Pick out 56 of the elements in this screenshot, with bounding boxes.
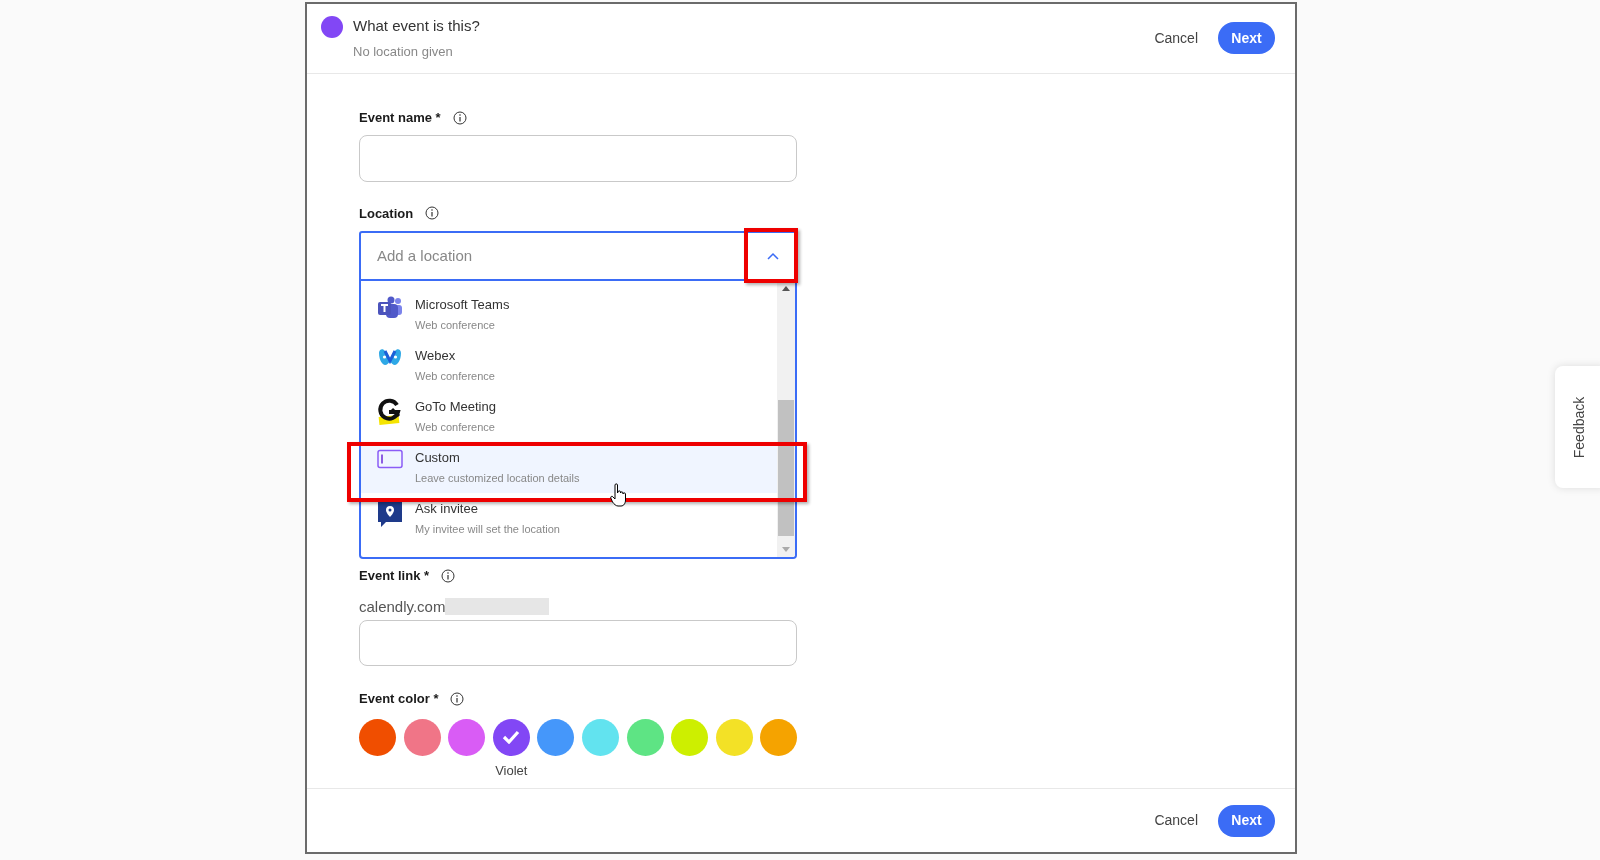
- chevron-up-icon: [767, 252, 779, 260]
- location-option[interactable]: Webex Web conference: [361, 340, 777, 391]
- info-icon: [441, 568, 456, 583]
- color-swatch[interactable]: [626, 718, 664, 756]
- color-swatch[interactable]: [671, 718, 709, 756]
- option-title: Custom: [415, 449, 461, 467]
- feedback-tab[interactable]: Feedback: [1555, 366, 1600, 488]
- check-icon: [502, 730, 521, 744]
- next-button[interactable]: Next: [1218, 804, 1275, 837]
- scrollbar[interactable]: [777, 281, 795, 557]
- color-swatch[interactable]: [359, 718, 396, 756]
- placeholder-text: Add a location: [377, 245, 473, 266]
- event-subtitle: No location given: [353, 42, 454, 61]
- color-swatch[interactable]: [715, 718, 753, 756]
- goto-icon: [377, 398, 403, 426]
- field-label: Event color *: [359, 690, 439, 708]
- color-swatch[interactable]: [448, 718, 486, 756]
- color-swatch[interactable]: [537, 718, 575, 756]
- feedback-label: Feedback: [1570, 396, 1589, 458]
- cancel-button[interactable]: Cancel: [1150, 810, 1202, 831]
- field-label: Event link *: [359, 567, 430, 585]
- custom-location-icon: [377, 449, 403, 469]
- info-icon: [425, 206, 440, 221]
- option-title: Ask invitee: [415, 500, 479, 518]
- next-button[interactable]: Next: [1218, 22, 1275, 54]
- option-subtitle: Web conference: [415, 419, 496, 435]
- option-subtitle: My invitee will set the location: [415, 521, 560, 537]
- color-swatch[interactable]: [492, 718, 530, 756]
- location-pin-icon: [377, 500, 403, 528]
- cancel-button[interactable]: Cancel: [1150, 27, 1202, 49]
- option-title: Microsoft Teams: [415, 296, 510, 314]
- field-label: Location: [359, 204, 414, 223]
- option-title: GoTo Meeting: [415, 398, 496, 416]
- option-subtitle: Web conference: [415, 368, 495, 384]
- location-option[interactable]: GoTo Meeting Web conference: [361, 391, 777, 442]
- link-prefix: calendly.com: [359, 596, 446, 617]
- event-link-input[interactable]: [359, 620, 797, 666]
- highlight-box: [744, 228, 798, 283]
- scroll-up-icon[interactable]: [781, 285, 791, 291]
- hand-cursor-icon: [610, 483, 628, 507]
- event-name-input[interactable]: [359, 134, 797, 182]
- option-subtitle: Leave customized location details: [415, 470, 580, 486]
- option-subtitle: Web conference: [415, 317, 496, 333]
- location-option[interactable]: Microsoft Teams Web conference: [361, 289, 777, 340]
- people-icon: [377, 296, 403, 320]
- webex-icon: [377, 347, 403, 367]
- color-name: Violet: [495, 761, 528, 780]
- info-icon: [452, 110, 467, 125]
- event-title: What event is this?: [353, 16, 480, 36]
- option-title: Webex: [415, 347, 457, 365]
- field-label: Event name *: [359, 109, 441, 127]
- color-swatch[interactable]: [581, 718, 619, 756]
- color-swatch[interactable]: [760, 718, 798, 756]
- color-swatch[interactable]: [403, 718, 441, 756]
- info-icon: [450, 691, 465, 706]
- scroll-down-icon[interactable]: [781, 547, 791, 553]
